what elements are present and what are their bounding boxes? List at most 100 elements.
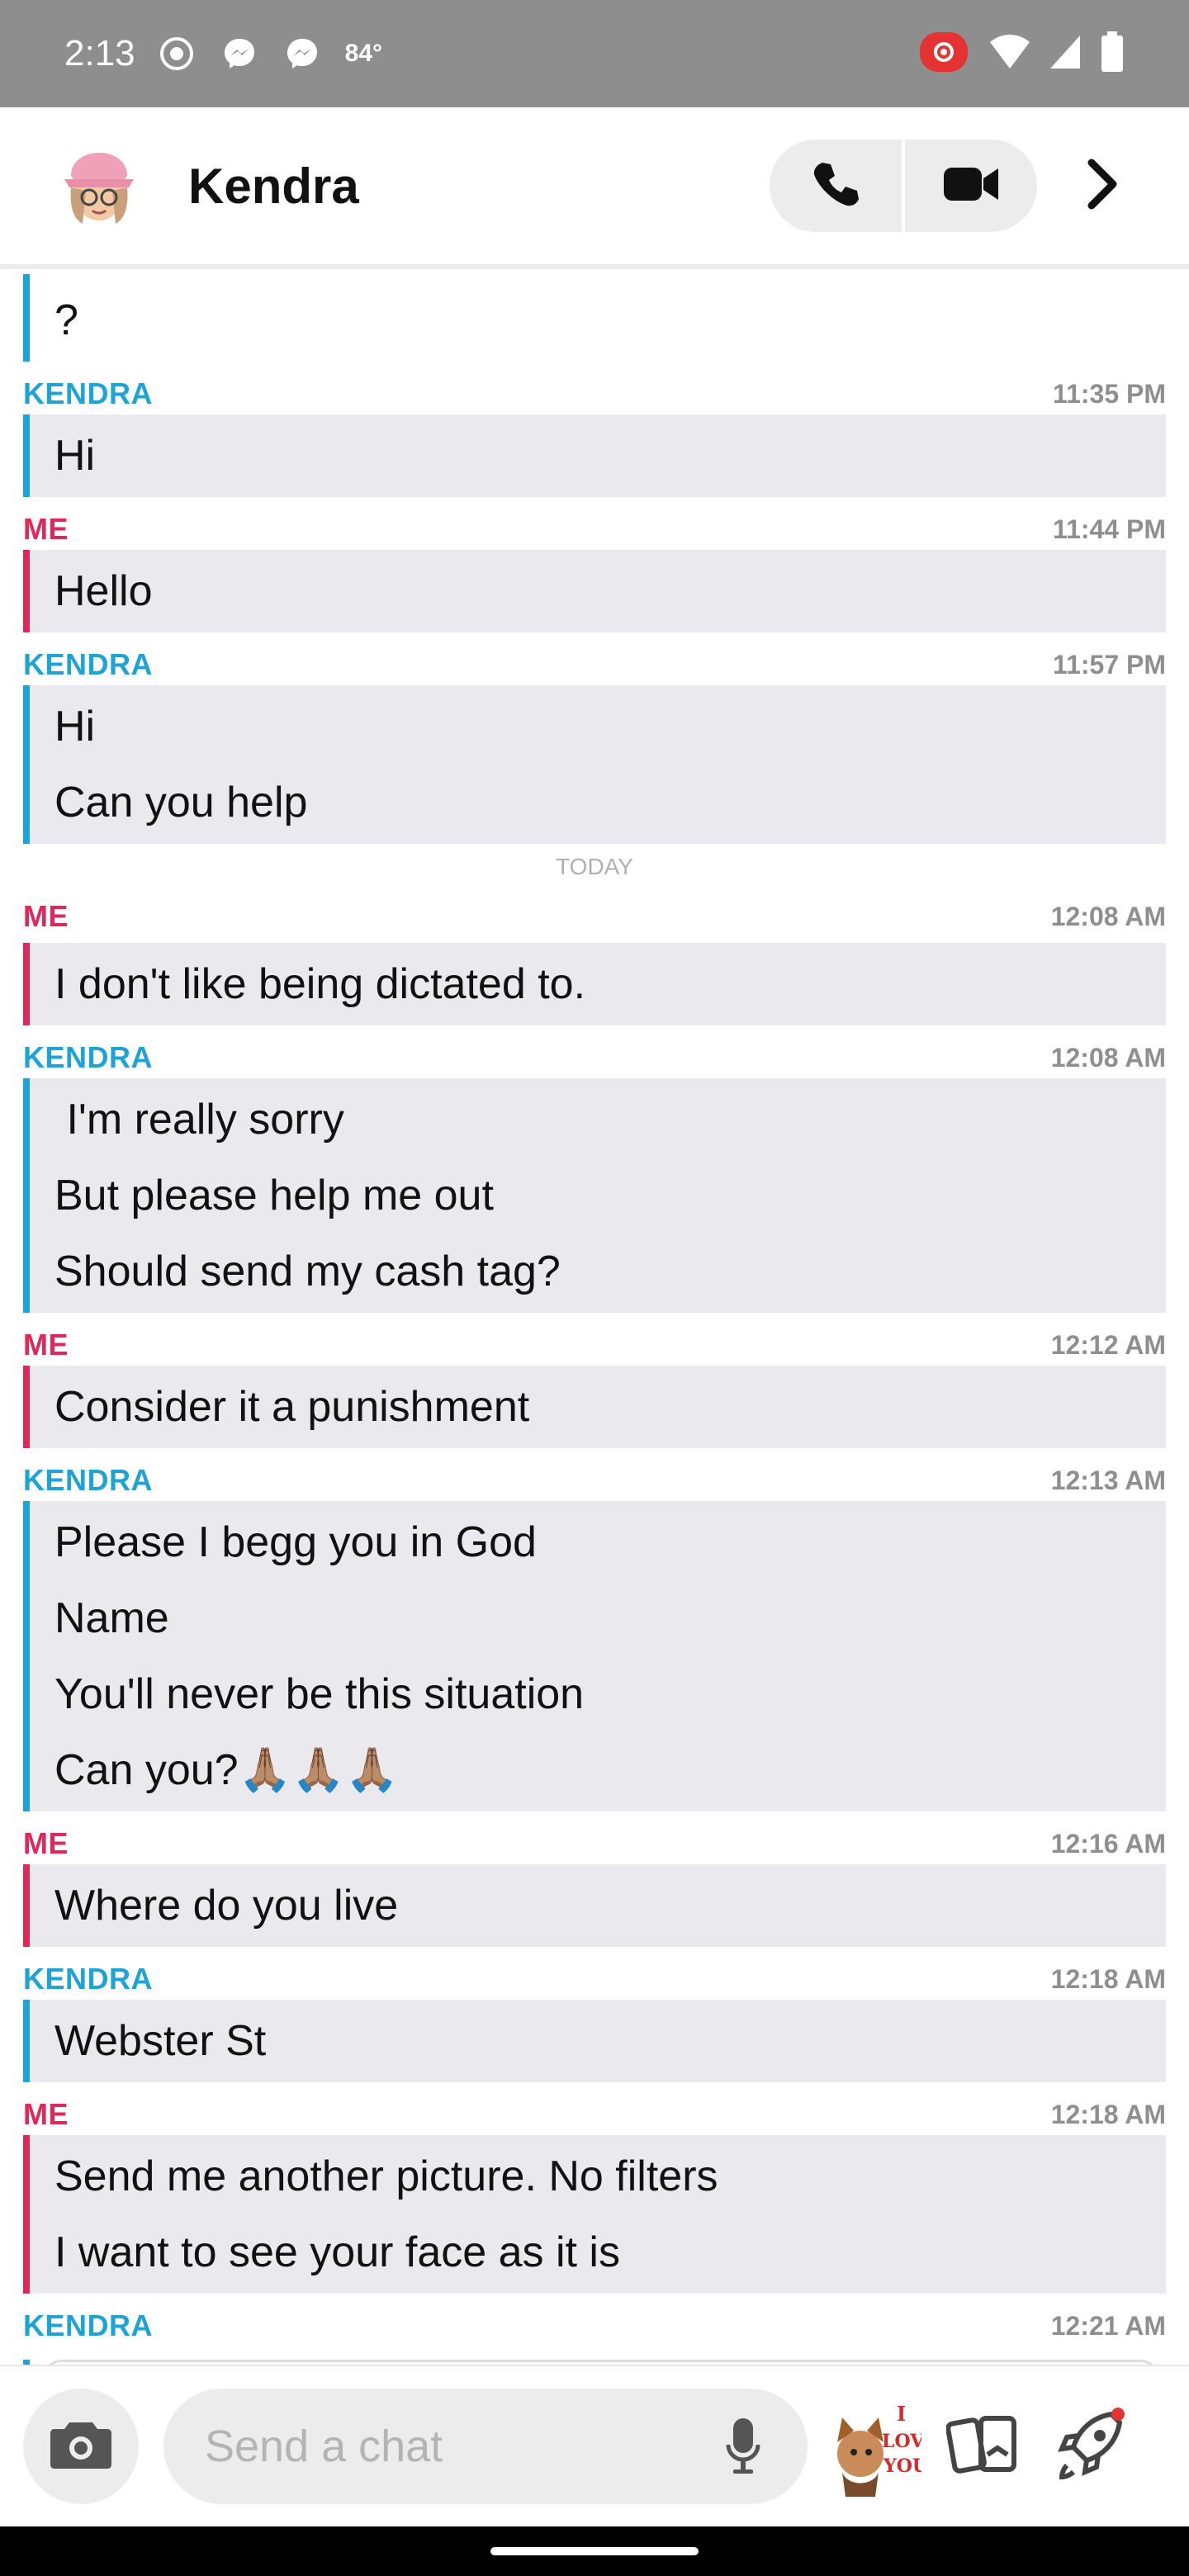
message-group: KENDRA 12:21 AM — [23, 2294, 1166, 2365]
chat-messages[interactable]: ? KENDRA 11:35 PM Hi ME 11:44 PM Hello K… — [0, 274, 1189, 2365]
message-text: I'm really sorry — [54, 1096, 344, 1144]
timestamp: 11:57 PM — [1053, 649, 1166, 680]
video-icon — [942, 163, 1000, 209]
message-bubble[interactable]: Hi Can you help — [23, 685, 1166, 844]
message-bubble[interactable]: Hi — [23, 414, 1166, 497]
sticker-text: I — [897, 2402, 906, 2426]
sender-row: KENDRA 12:21 AM — [23, 2294, 1166, 2346]
message-bubble[interactable]: Send me another picture. No filters I wa… — [23, 2135, 1166, 2294]
status-bar: 2:13 84° — [0, 0, 1189, 107]
timestamp: 12:08 AM — [1050, 1042, 1166, 1073]
chevron-right-icon — [1085, 158, 1121, 215]
status-time: 2:13 — [64, 33, 135, 73]
rocket-icon — [1054, 2407, 1128, 2486]
message-group: ME 11:44 PM Hello — [23, 497, 1166, 632]
message-bubble[interactable]: Hello — [23, 550, 1166, 632]
message-text: Webster St — [54, 2017, 267, 2065]
message-text: Name — [54, 1594, 169, 1642]
message-text: Can you help — [54, 779, 308, 826]
more-button[interactable] — [1070, 140, 1136, 232]
message-group: ME 12:12 AM Consider it a punishment — [23, 1313, 1166, 1448]
sender-name: KENDRA — [23, 2308, 154, 2342]
sender-name: ME — [23, 2097, 69, 2131]
timestamp: 12:21 AM — [1050, 2310, 1166, 2341]
bitmoji-sticker[interactable]: I LOVE YOU — [831, 2393, 938, 2500]
camera-icon — [50, 2419, 112, 2474]
message-text: Hi — [54, 432, 96, 480]
sender-name: KENDRA — [23, 1040, 154, 1074]
video-call-button[interactable] — [905, 140, 1037, 232]
sender-name: ME — [23, 1826, 69, 1860]
message-group: ME 12:18 AM Send me another picture. No … — [23, 2082, 1166, 2294]
wifi-icon — [989, 34, 1030, 74]
input-bar: I LOVE YOU — [0, 2365, 1189, 2526]
message-bubble[interactable]: Please I begg you in God Name You'll nev… — [23, 1501, 1166, 1811]
microphone-icon[interactable] — [721, 2413, 766, 2479]
chat-input-container[interactable] — [163, 2389, 808, 2504]
sender-row: KENDRA 11:57 PM — [23, 632, 1166, 685]
timestamp: 11:35 PM — [1053, 378, 1166, 409]
message-text: Should send my cash tag? — [54, 1248, 561, 1295]
sender-name: ME — [23, 899, 69, 933]
call-buttons — [770, 140, 1037, 232]
sender-row: ME 11:44 PM — [23, 497, 1166, 550]
sticker-text: LOVE — [882, 2431, 921, 2452]
status-temperature: 84° — [344, 40, 383, 67]
screen-record-icon — [157, 34, 197, 73]
message-text: Please I begg you in God — [54, 1518, 537, 1566]
message-bubble[interactable]: I don't like being dictated to. — [23, 943, 1166, 1025]
cards-icon — [945, 2412, 1021, 2482]
message-group: KENDRA 11:57 PM Hi Can you help — [23, 632, 1166, 844]
sticker-text: YOU — [883, 2455, 921, 2477]
message-text: You'll never be this situation — [54, 1670, 585, 1718]
message-bubble[interactable]: ? — [23, 274, 1166, 362]
battery-icon — [1100, 31, 1125, 77]
message-text: Where do you live — [54, 1882, 399, 1930]
contact-name[interactable]: Kendra — [188, 158, 359, 215]
sender-row: ME 12:12 AM — [23, 1313, 1166, 1366]
sender-row: KENDRA 12:13 AM — [23, 1448, 1166, 1501]
message-text: I don't like being dictated to. — [54, 960, 586, 1008]
camera-button[interactable] — [23, 2389, 139, 2504]
messenger-icon — [282, 34, 322, 73]
voice-call-button[interactable] — [770, 140, 902, 232]
cast-icon — [917, 29, 971, 79]
message-text: Consider it a punishment — [54, 1383, 530, 1431]
message-bubble[interactable]: Consider it a punishment — [23, 1366, 1166, 1448]
sender-row: ME 12:18 AM — [23, 2082, 1166, 2135]
date-divider: TODAY — [556, 854, 633, 879]
timestamp: 12:12 AM — [1050, 1329, 1166, 1360]
signal-icon — [1049, 34, 1082, 74]
phone-icon — [811, 159, 860, 213]
message-text: Hello — [54, 567, 153, 615]
status-right — [917, 29, 1125, 79]
message-bubble[interactable]: Webster St — [23, 2000, 1166, 2082]
games-button[interactable] — [1045, 2397, 1136, 2496]
timestamp: 12:13 AM — [1050, 1465, 1166, 1495]
message-text: Can you?🙏🏽🙏🏽🙏🏽 — [54, 1746, 399, 1794]
message-bubble[interactable]: I'm really sorry But please help me out … — [23, 1078, 1166, 1313]
home-indicator[interactable] — [490, 2547, 699, 2555]
message-group: ME 12:08 AM I don't like being dictated … — [23, 890, 1166, 1025]
avatar[interactable] — [53, 140, 145, 232]
timestamp: 12:08 AM — [1050, 901, 1166, 931]
sender-row: KENDRA 12:08 AM — [23, 1025, 1166, 1078]
sender-name: KENDRA — [23, 1463, 154, 1497]
message-group: KENDRA 12:18 AM Webster St — [23, 1947, 1166, 2082]
sender-row: ME 12:08 AM — [23, 890, 1166, 943]
sender-row: KENDRA 11:35 PM — [23, 362, 1166, 414]
nav-bar — [0, 2526, 1189, 2576]
sender-row: KENDRA 12:18 AM — [23, 1947, 1166, 2000]
timestamp: 12:16 AM — [1050, 1828, 1166, 1859]
cards-button[interactable] — [938, 2397, 1029, 2496]
message-bubble[interactable]: Where do you live — [23, 1864, 1166, 1947]
chat-input[interactable] — [205, 2421, 721, 2472]
chat-header: Kendra — [0, 107, 1189, 269]
message-text: I want to see your face as it is — [54, 2228, 620, 2276]
message-text: But please help me out — [54, 1172, 494, 1219]
message-group: KENDRA 11:35 PM Hi — [23, 362, 1166, 497]
timestamp: 11:44 PM — [1053, 514, 1166, 544]
message-text: Hi — [54, 703, 96, 751]
message-group: KENDRA 12:08 AM I'm really sorry But ple… — [23, 1025, 1166, 1313]
message-group: KENDRA 12:13 AM Please I begg you in God… — [23, 1448, 1166, 1811]
